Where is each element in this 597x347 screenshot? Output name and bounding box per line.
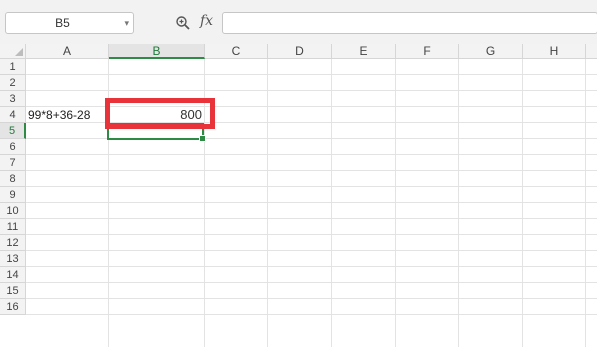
column-header-next[interactable] — [586, 44, 597, 59]
column-header-e[interactable]: E — [332, 44, 396, 59]
active-cell-b5[interactable] — [107, 123, 206, 142]
cell-a4[interactable]: 99*8+36-28 — [28, 107, 90, 123]
row-header-3[interactable]: 3 — [0, 91, 26, 107]
column-headers: A B C D E F G H — [0, 44, 597, 59]
row-header-13[interactable]: 13 — [0, 251, 26, 267]
fill-handle[interactable] — [199, 135, 206, 142]
fx-icon[interactable]: fx — [200, 13, 213, 29]
cell-b4[interactable]: 800 — [108, 107, 202, 123]
row-header-11[interactable]: 11 — [0, 219, 26, 235]
column-header-g[interactable]: G — [459, 44, 523, 59]
row-header-12[interactable]: 12 — [0, 235, 26, 251]
row-header-9[interactable]: 9 — [0, 187, 26, 203]
row-header-8[interactable]: 8 — [0, 171, 26, 187]
column-header-f[interactable]: F — [396, 44, 459, 59]
name-box-value: B5 — [55, 16, 70, 30]
row-header-4[interactable]: 4 — [0, 107, 26, 123]
row-header-5[interactable]: 5 — [0, 123, 26, 139]
column-header-d[interactable]: D — [268, 44, 332, 59]
spreadsheet-grid: A B C D E F G H 1 2 3 4 5 6 7 8 9 10 11 … — [0, 44, 597, 347]
row-header-16[interactable]: 16 — [0, 299, 26, 315]
row-header-14[interactable]: 14 — [0, 267, 26, 283]
cell-area[interactable]: 99*8+36-28 800 — [26, 59, 597, 347]
column-header-b[interactable]: B — [109, 44, 205, 59]
formula-bar: B5 ▾ fx — [0, 0, 597, 44]
column-header-a[interactable]: A — [26, 44, 109, 59]
row-header-1[interactable]: 1 — [0, 59, 26, 75]
row-header-2[interactable]: 2 — [0, 75, 26, 91]
zoom-icon[interactable] — [175, 15, 191, 31]
column-header-c[interactable]: C — [205, 44, 268, 59]
row-header-15[interactable]: 15 — [0, 283, 26, 299]
chevron-down-icon[interactable]: ▾ — [124, 13, 129, 33]
row-header-7[interactable]: 7 — [0, 155, 26, 171]
formula-input[interactable] — [222, 12, 597, 34]
name-box[interactable]: B5 ▾ — [5, 12, 134, 34]
column-header-h[interactable]: H — [523, 44, 586, 59]
row-header-6[interactable]: 6 — [0, 139, 26, 155]
row-header-10[interactable]: 10 — [0, 203, 26, 219]
